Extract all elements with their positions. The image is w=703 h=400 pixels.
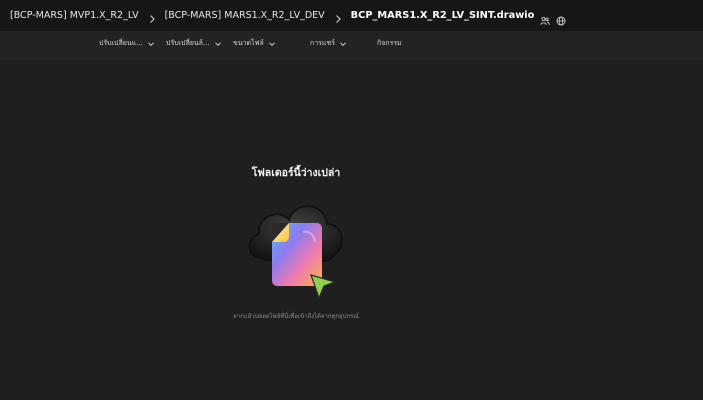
globe-icon[interactable] — [556, 11, 566, 25]
file-size-dropdown[interactable]: ขนาดไฟล์ — [233, 38, 276, 49]
chevron-down-icon — [268, 41, 275, 46]
breadcrumb: [BCP-MARS] MVP1.X_R2_LV [BCP-MARS] MARS1… — [0, 0, 703, 31]
empty-folder-illustration — [243, 192, 351, 300]
breadcrumb-current-folder: BCP_MARS1.X_R2_LV_SINT.drawio — [350, 10, 535, 21]
people-icon[interactable] — [540, 11, 551, 25]
chevron-down-icon — [148, 41, 154, 46]
sharing-dropdown[interactable]: การแชร์ — [310, 38, 347, 49]
chevron-right-icon — [146, 10, 158, 23]
empty-folder-title: โฟลเดอร์นี้ว่างเปล่า — [251, 167, 341, 179]
chevron-down-icon — [214, 41, 221, 46]
sort-modified-date-label: ปรับเปลี่ยนล้... — [166, 39, 210, 47]
chevron-down-icon — [340, 41, 346, 46]
sort-modified-by-label: ปรับเปลี่ยนแ... — [99, 39, 143, 47]
column-header-toolbar: ปรับเปลี่ยนแ... ปรับเปลี่ยนล้... ขนาดไฟล… — [0, 31, 703, 59]
sort-modified-by-dropdown[interactable]: ปรับเปลี่ยนแ... — [99, 38, 155, 49]
sharing-label: การแชร์ — [310, 39, 335, 47]
chevron-right-icon — [332, 10, 344, 23]
activity-label: กิจกรรม — [377, 39, 402, 47]
activity-column[interactable]: กิจกรรม — [377, 38, 402, 49]
breadcrumb-item-mvp1[interactable]: [BCP-MARS] MVP1.X_R2_LV — [10, 10, 139, 21]
sort-modified-date-dropdown[interactable]: ปรับเปลี่ยนล้... — [166, 38, 222, 49]
file-size-label: ขนาดไฟล์ — [233, 39, 264, 47]
cursor-arrow-icon — [310, 274, 337, 300]
empty-folder-hint: ลากแล้วปล่อยไฟล์ที่นี่เพื่อเข้าถึงได้จาก… — [233, 313, 359, 320]
breadcrumb-item-mars1-dev[interactable]: [BCP-MARS] MARS1.X_R2_LV_DEV — [165, 10, 325, 21]
